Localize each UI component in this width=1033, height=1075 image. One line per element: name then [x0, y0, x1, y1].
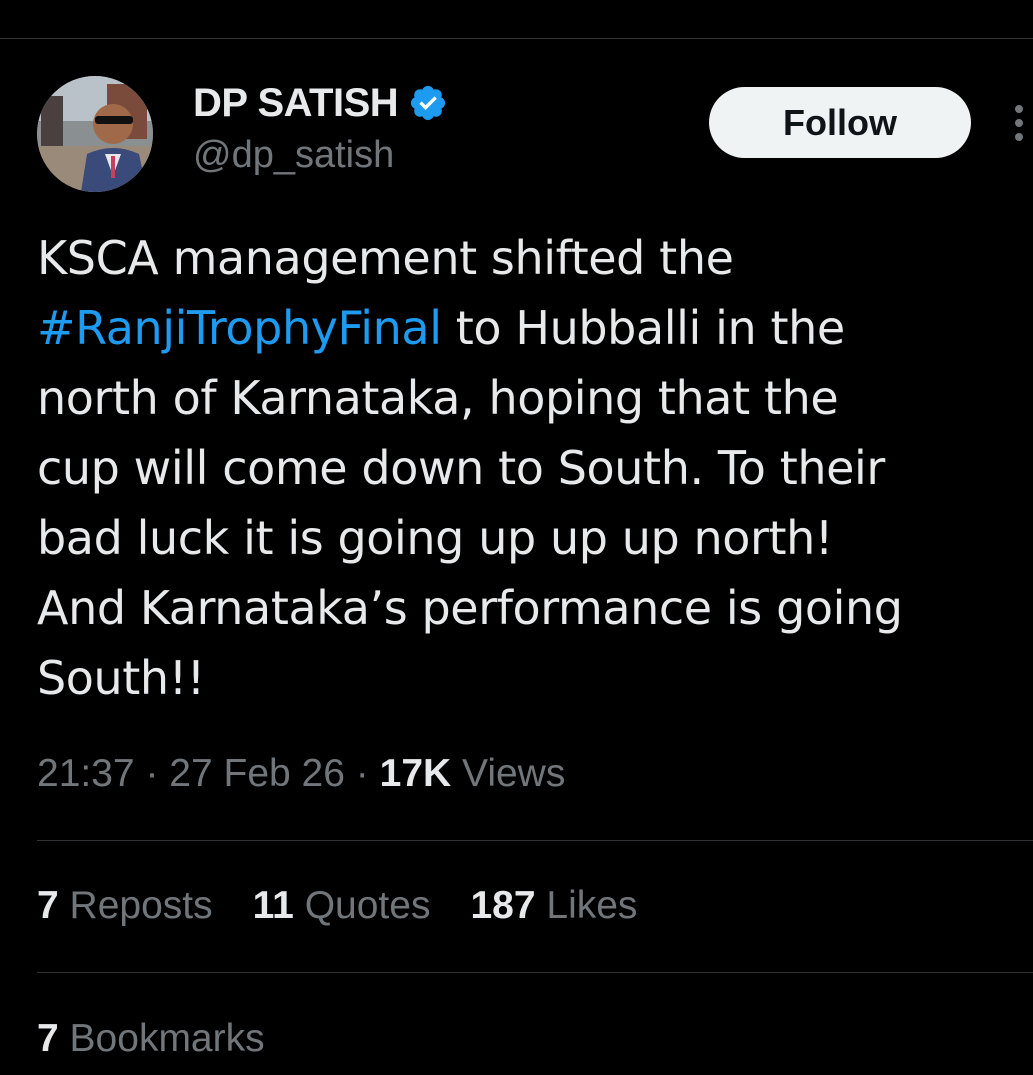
tweet-line: South!! — [37, 651, 205, 705]
author-name-row[interactable]: DP SATISH — [193, 78, 448, 128]
more-vertical-icon[interactable] — [1005, 103, 1033, 143]
verified-badge-icon — [408, 83, 448, 123]
top-divider — [0, 38, 1033, 39]
avatar-photo — [37, 76, 153, 192]
meta-separator: · — [355, 752, 369, 795]
bookmarks-count: 7 — [37, 1017, 59, 1060]
tweet-time[interactable]: 21:37 — [37, 752, 135, 795]
quotes-stat[interactable]: 11 Quotes — [253, 884, 431, 928]
tweet-line: #RanjiTrophyFinal to Hubballi in the — [37, 293, 997, 363]
divider — [37, 840, 1033, 841]
views-count: 17K — [379, 752, 452, 795]
quotes-label: Quotes — [304, 884, 431, 927]
hashtag-link[interactable]: #RanjiTrophyFinal — [37, 301, 442, 355]
tweet-text: KSCA management shifted the #RanjiTrophy… — [37, 223, 997, 713]
bookmarks-stat[interactable]: 7 Bookmarks — [37, 1017, 265, 1061]
tweet-line: KSCA management shifted the — [37, 231, 734, 285]
tweet-line: cup will come down to South. To their — [37, 441, 885, 495]
tweet-date[interactable]: 27 Feb 26 — [169, 752, 345, 795]
tweet-line: north of Karnataka, hoping that the — [37, 371, 839, 425]
bookmarks-label: Bookmarks — [69, 1017, 265, 1060]
author-display-name[interactable]: DP SATISH — [193, 81, 399, 126]
divider — [37, 972, 1033, 973]
tweet-meta: 21:37 · 27 Feb 26 · 17K Views — [37, 752, 565, 796]
likes-count: 187 — [470, 884, 536, 927]
engagement-stats: 7 Reposts 11 Quotes 187 Likes — [37, 884, 637, 928]
follow-button[interactable]: Follow — [709, 87, 971, 158]
likes-stat[interactable]: 187 Likes — [470, 884, 637, 928]
quotes-count: 11 — [252, 884, 294, 927]
reposts-label: Reposts — [69, 884, 213, 927]
reposts-count: 7 — [37, 884, 59, 927]
likes-label: Likes — [546, 884, 638, 927]
views-label: Views — [462, 752, 566, 795]
reposts-stat[interactable]: 7 Reposts — [37, 884, 213, 928]
tweet-line: And Karnataka’s performance is going — [37, 581, 903, 635]
tweet-line: bad luck it is going up up up north! — [37, 511, 833, 565]
tweet-line-text: to Hubballi in the — [441, 301, 845, 355]
avatar[interactable] — [37, 76, 153, 192]
meta-separator: · — [145, 752, 159, 795]
author-handle[interactable]: @dp_satish — [193, 134, 394, 177]
